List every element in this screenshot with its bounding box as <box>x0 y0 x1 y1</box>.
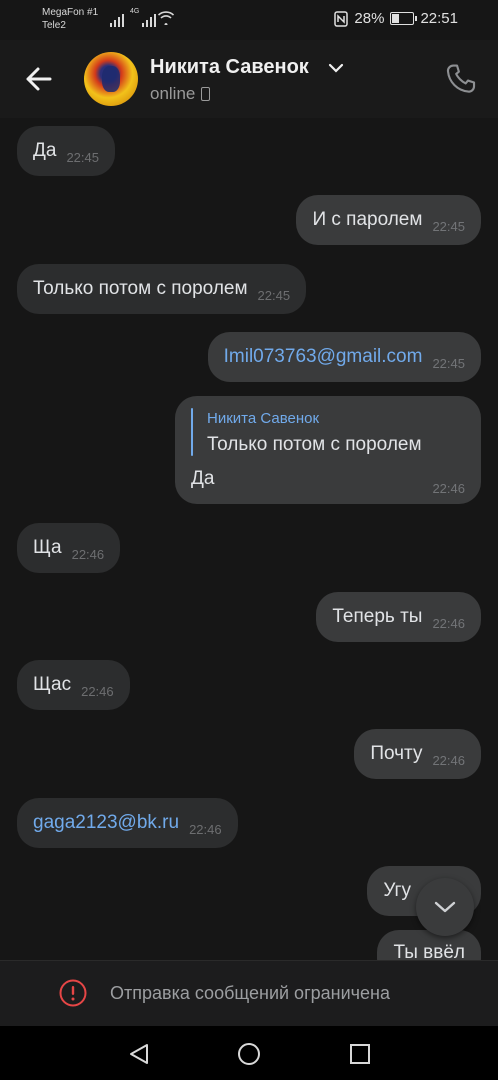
carrier-2: Tele2 <box>42 20 66 31</box>
message-text: Да <box>33 140 57 161</box>
phone-icon[interactable] <box>444 62 478 96</box>
battery-percent: 28% <box>354 10 385 27</box>
nfc-icon <box>334 10 349 27</box>
message-bubble[interactable]: gaga2123@bk.ru 22:46 <box>17 798 238 848</box>
status-bar: MegaFon #1 Tele2 4G 28% 22:51 <box>0 0 498 40</box>
mobile-icon <box>201 87 211 101</box>
avatar[interactable] <box>84 52 138 106</box>
clock: 22:51 <box>420 10 458 27</box>
message-time: 22:45 <box>66 149 99 165</box>
message-bubble[interactable]: Щас 22:46 <box>17 660 130 710</box>
reply-quote-bar <box>191 408 193 456</box>
signal-icon <box>110 11 124 27</box>
message-text: Ты ввёл <box>393 942 465 960</box>
chat-header: Никита Савенок online <box>0 40 498 118</box>
scroll-to-bottom-button[interactable] <box>416 878 474 936</box>
carrier-info: MegaFon #1 Tele2 <box>42 6 98 32</box>
message-time: 22:46 <box>189 821 222 837</box>
message-text: Да <box>191 468 215 489</box>
arrow-left-icon[interactable] <box>22 62 56 96</box>
message-time: 22:46 <box>432 615 465 631</box>
message-time: 22:45 <box>432 355 465 371</box>
message-time: 22:46 <box>432 752 465 768</box>
message-bubble[interactable]: Ща 22:46 <box>17 523 121 573</box>
message-bubble[interactable]: Только потом с поролем 22:45 <box>17 264 307 314</box>
presence-status: online <box>150 84 211 104</box>
message-bubble[interactable]: Теперь ты 22:46 <box>316 592 481 642</box>
message-time: 22:45 <box>257 287 291 303</box>
message-time: 22:46 <box>71 546 105 562</box>
home-circle-icon[interactable] <box>237 1042 261 1066</box>
message-text: Ща <box>33 537 62 558</box>
message-bubble[interactable]: И с паролем 22:45 <box>296 195 481 245</box>
message-text: Угу <box>383 880 411 901</box>
chevron-down-icon[interactable] <box>328 62 344 74</box>
chevron-down-icon <box>434 901 456 913</box>
contact-name[interactable]: Никита Савенок <box>150 56 309 79</box>
battery-icon <box>390 12 418 25</box>
message-text: И с паролем <box>312 209 423 230</box>
message-list[interactable]: Да 22:45 И с паролем 22:45 Только потом с … <box>0 118 498 960</box>
message-link[interactable]: gaga2123@bk.ru <box>33 812 179 834</box>
message-time: 22:45 <box>432 218 465 234</box>
presence-label: online <box>150 84 196 103</box>
message-text: Почту <box>370 743 423 764</box>
system-nav-bar <box>0 1026 498 1080</box>
back-triangle-icon[interactable] <box>128 1043 150 1065</box>
restriction-text: Отправка сообщений ограничена <box>110 983 390 1003</box>
message-text: Щас <box>33 674 72 695</box>
message-bubble[interactable]: Почту 22:46 <box>354 729 481 779</box>
carrier-1: MegaFon #1 <box>42 7 99 18</box>
message-text: Только потом с поролем <box>33 278 248 299</box>
message-time: 22:46 <box>81 683 114 699</box>
recents-square-icon[interactable] <box>349 1043 371 1065</box>
reply-quote-text[interactable]: Только потом с поролем <box>207 434 422 456</box>
exclamation-circle-icon <box>59 979 87 1007</box>
message-text: Теперь ты <box>332 606 423 627</box>
signal-icon-2 <box>142 11 156 27</box>
wifi-icon <box>158 11 174 25</box>
message-time: 22:46 <box>432 481 465 496</box>
message-link[interactable]: Imil073763@gmail.com <box>224 346 423 368</box>
reply-message-bubble[interactable]: Никита Савенок Только потом с поролем Да… <box>175 396 481 504</box>
message-bubble[interactable]: Да 22:45 <box>17 126 115 176</box>
restriction-banner: Отправка сообщений ограничена <box>0 960 498 1027</box>
message-bubble[interactable]: Imil073763@gmail.com 22:45 <box>207 332 481 382</box>
network-4g-icon: 4G <box>130 8 140 15</box>
message-bubble[interactable]: Ты ввёл <box>377 930 481 960</box>
reply-author[interactable]: Никита Савенок <box>207 410 319 427</box>
